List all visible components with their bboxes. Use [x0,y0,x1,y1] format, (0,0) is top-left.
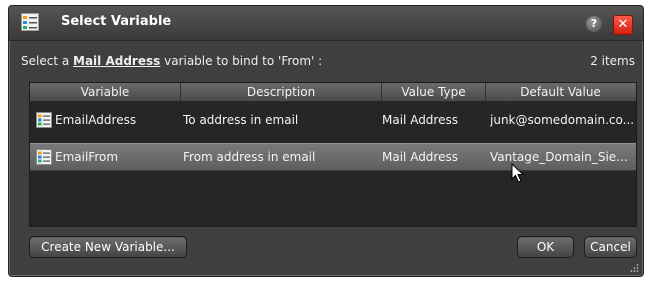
column-header-description[interactable]: Description [181,83,382,101]
dialog-title: Select Variable [61,14,172,29]
cell-variable-name: EmailFrom [55,150,119,164]
ok-button[interactable]: OK [517,236,574,258]
variable-icon [36,112,52,128]
column-header-default-value[interactable]: Default Value [486,83,635,101]
cell-value-type: Mail Address [382,113,458,127]
cell-value-type: Mail Address [382,150,458,164]
mouse-cursor-icon [511,163,525,183]
prompt-text: Select a Mail Address variable to bind t… [21,54,322,68]
table-row-selected[interactable]: EmailFrom From address in email Mail Add… [30,143,636,171]
prompt-variable-type: Mail Address [73,54,161,68]
column-header-variable[interactable]: Variable [30,83,181,101]
variable-icon [36,149,52,165]
close-button[interactable]: ✕ [613,15,633,35]
cancel-button[interactable]: Cancel [584,236,637,258]
help-button[interactable]: ? [586,16,602,32]
cell-default-value: junk@somedomain.co... [490,113,633,127]
table-row[interactable]: EmailAddress To address in email Mail Ad… [30,107,636,133]
column-header-value-type[interactable]: Value Type [382,83,486,101]
variable-list-icon [21,13,39,31]
cell-description: To address in email [183,113,299,127]
item-count: 2 items [590,54,635,68]
cell-description: From address in email [183,150,316,164]
prompt-prefix: Select a [21,54,74,68]
prompt-suffix: variable to bind to 'From' : [160,54,323,68]
variable-table: Variable Description Value Type Default … [29,82,637,227]
table-header: Variable Description Value Type Default … [30,83,636,102]
select-variable-dialog: Select Variable ? ✕ Select a Mail Addres… [8,5,644,277]
create-new-variable-button[interactable]: Create New Variable... [29,236,187,258]
title-bar[interactable]: Select Variable ? ✕ [9,6,643,41]
resize-grip-icon[interactable] [629,263,639,273]
cell-variable-name: EmailAddress [55,113,137,127]
